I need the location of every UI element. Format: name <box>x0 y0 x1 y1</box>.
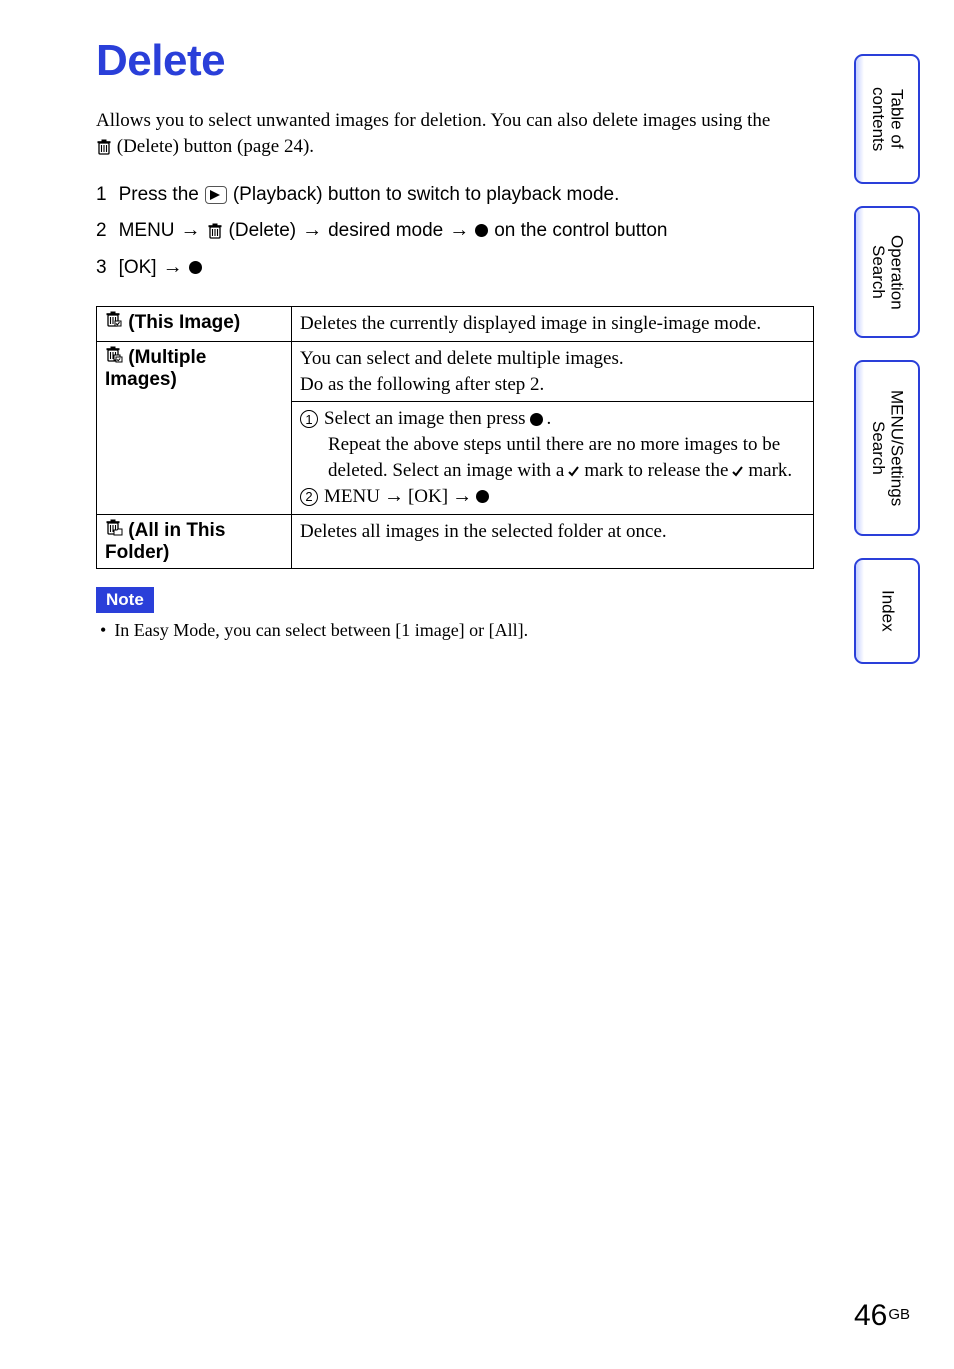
mode-this-image-desc: Deletes the currently displayed image in… <box>300 311 805 337</box>
step-1-text-b: (Playback) button to switch to playback … <box>233 177 620 212</box>
step-2-text-c: desired mode <box>328 213 443 248</box>
step-2-text-b: (Delete) <box>229 213 297 248</box>
steps-list: 1 Press the (Playback) button to switch … <box>96 177 816 286</box>
step-1-number: 1 <box>96 177 107 212</box>
step-3: 3 [OK] → <box>96 249 816 286</box>
tab-index[interactable]: Index <box>854 558 920 664</box>
arrow-icon: → <box>163 249 183 286</box>
step-2-text-d: on the control button <box>494 213 667 248</box>
playback-icon <box>205 186 227 204</box>
intro-paragraph: Allows you to select unwanted images for… <box>96 108 816 159</box>
trash-multiple-images-icon <box>105 346 123 363</box>
note-badge: Note <box>96 587 154 613</box>
step-3-text-a: [OK] <box>119 250 157 285</box>
center-button-icon <box>189 261 202 274</box>
multi-step2-b: [OK] <box>408 484 448 510</box>
trash-all-folder-icon <box>105 519 123 536</box>
page-number-suffix: GB <box>888 1306 910 1323</box>
arrow-icon: → <box>452 483 472 510</box>
check-icon <box>732 458 744 484</box>
page-number-value: 46 <box>854 1299 887 1332</box>
step-2: 2 MENU → (Delete) → desired mode → on th… <box>96 212 816 249</box>
mode-multi-desc-b: Do as the following after step 2. <box>300 372 805 398</box>
step-2-text-a: MENU <box>119 213 175 248</box>
center-button-icon <box>476 490 489 503</box>
table-row: (This Image) Deletes the currently displ… <box>97 307 814 342</box>
mode-all-folder-label-b: Folder) <box>105 542 169 563</box>
tab-label: Operation Search <box>868 208 905 336</box>
center-button-icon <box>475 224 488 237</box>
mode-all-folder-desc: Deletes all images in the selected folde… <box>300 519 805 545</box>
check-icon <box>568 458 580 484</box>
side-tabs: Table of contents Operation Search MENU/… <box>854 54 920 686</box>
intro-text-1: Allows you to select unwanted images for… <box>96 110 770 131</box>
tab-label: Index <box>878 580 897 642</box>
trash-icon <box>207 213 223 248</box>
circled-2-icon: 2 <box>300 488 318 506</box>
arrow-icon: → <box>302 212 322 249</box>
multi-step1-line2b: deleted. Select an image with a <box>328 458 564 484</box>
tab-table-of-contents[interactable]: Table of contents <box>854 54 920 184</box>
intro-text-2: (Delete) button (page 24). <box>112 136 314 157</box>
trash-this-image-icon <box>105 311 123 328</box>
center-button-icon <box>530 413 543 426</box>
arrow-icon: → <box>384 483 404 510</box>
arrow-icon: → <box>449 212 469 249</box>
multi-step1-post: . <box>547 406 552 432</box>
step-1: 1 Press the (Playback) button to switch … <box>96 177 816 212</box>
tab-label: MENU/Settings Search <box>868 362 905 534</box>
multi-step1-line2c: mark to release the <box>584 458 728 484</box>
arrow-icon: → <box>181 212 201 249</box>
circled-1-icon: 1 <box>300 410 318 428</box>
step-3-number: 3 <box>96 250 107 285</box>
tab-operation-search[interactable]: Operation Search <box>854 206 920 338</box>
note-list: In Easy Mode, you can select between [1 … <box>96 619 816 642</box>
note-item: In Easy Mode, you can select between [1 … <box>96 620 528 640</box>
multi-step2-a: MENU <box>324 484 380 510</box>
tab-menu-settings-search[interactable]: MENU/Settings Search <box>854 360 920 536</box>
multi-step1-line2a: Repeat the above steps until there are n… <box>300 432 805 458</box>
mode-multi-desc-a: You can select and delete multiple image… <box>300 346 805 372</box>
step-2-number: 2 <box>96 213 107 248</box>
trash-icon <box>96 136 112 157</box>
tab-label: Table of contents <box>868 56 905 182</box>
table-row: (All in This Folder) Deletes all images … <box>97 515 814 569</box>
multi-step1-pre: Select an image then press <box>324 406 526 432</box>
page-title: Delete <box>96 36 816 86</box>
table-row: (Multiple Images) You can select and del… <box>97 342 814 402</box>
multi-step1-line2d: mark. <box>748 458 792 484</box>
page-number: 46GB <box>854 1299 910 1333</box>
step-1-text-a: Press the <box>119 177 199 212</box>
mode-all-folder-label-a: (All in This <box>123 520 225 541</box>
mode-this-image-label: (This Image) <box>123 312 240 333</box>
delete-modes-table: (This Image) Deletes the currently displ… <box>96 306 814 569</box>
